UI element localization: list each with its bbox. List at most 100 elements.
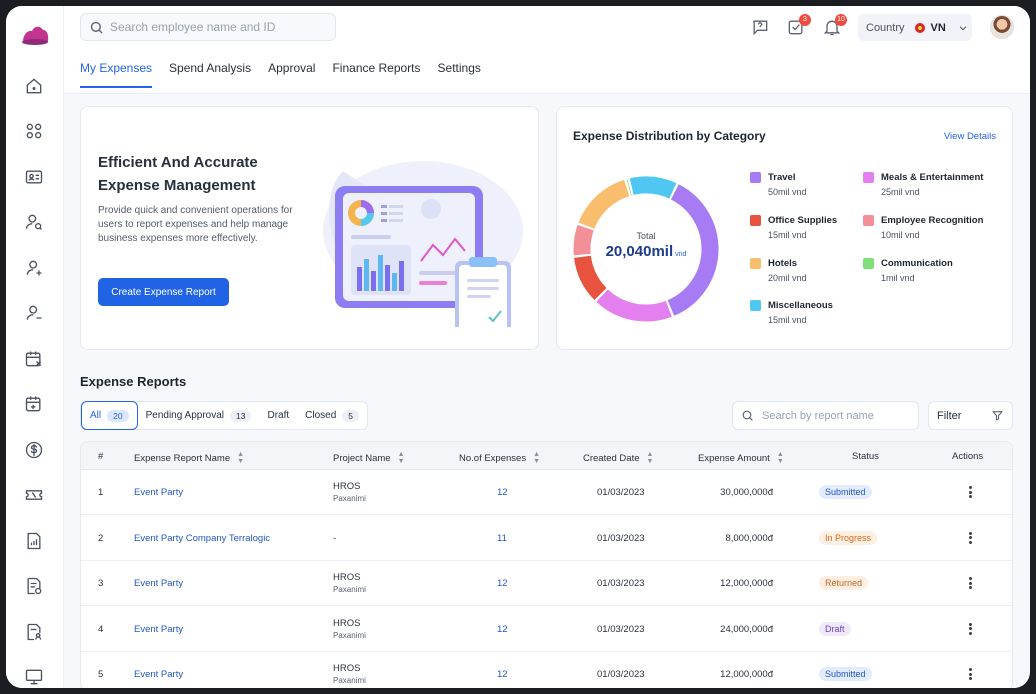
tab-my-expenses[interactable]: My Expenses [80, 58, 153, 88]
tab-spend-analysis[interactable]: Spend Analysis [169, 58, 251, 88]
dollar-icon[interactable] [23, 439, 45, 461]
table-row[interactable]: 3 Event Party HROS Paxanimi 12 01/03/202… [81, 561, 1012, 606]
col-no-of-expenses[interactable]: No.of Expenses ▲ ▼ [459, 451, 540, 465]
id-card-icon[interactable] [23, 166, 45, 188]
col-actions: Actions [952, 451, 984, 462]
legend-category-value: 1mil vnd [881, 273, 915, 283]
donut-slice-hotels[interactable] [578, 179, 630, 230]
table-row[interactable]: 1 Event Party HROS Paxanimi 12 01/03/202… [81, 470, 1012, 515]
project-cell: HROS Paxanimi [333, 481, 366, 503]
report-name-link[interactable]: Event Party [134, 669, 183, 680]
created-date: 01/03/2023 [597, 623, 645, 635]
tasks-icon[interactable]: 3 [786, 14, 811, 39]
report-search-input[interactable]: Search by report name [732, 401, 919, 430]
report-name-link[interactable]: Event Party [134, 578, 183, 589]
sort-icon: ▲ ▼ [397, 451, 405, 465]
calendar-x-icon[interactable] [23, 348, 45, 370]
donut-total-amount: 20,040mil [605, 243, 674, 260]
expense-reports-title: Expense Reports [80, 374, 187, 389]
col-no-of-expenses-label: No.of Expenses [459, 452, 527, 464]
expenses-count-link[interactable]: 12 [497, 624, 508, 635]
notifications-badge: 10 [835, 14, 847, 26]
filter-button[interactable]: Filter [928, 401, 1013, 430]
distribution-title: Expense Distribution by Category [573, 129, 766, 143]
topbar: Search employee name and ID 3 10 Country… [64, 6, 1030, 94]
app-frame: Search employee name and ID 3 10 Country… [6, 6, 1030, 688]
filter-button-label: Filter [937, 409, 962, 422]
filter-draft[interactable]: Draft [259, 401, 297, 430]
user-add-icon[interactable] [23, 257, 45, 279]
create-expense-report-button[interactable]: Create Expense Report [98, 278, 229, 306]
col-expense-amount[interactable]: Expense Amount ▲ ▼ [698, 451, 784, 465]
country-select[interactable]: Country VN [858, 14, 972, 41]
more-actions-icon[interactable] [965, 621, 975, 637]
project-cell: HROS Paxanimi [333, 618, 366, 640]
funnel-icon [992, 411, 1003, 421]
apps-icon[interactable] [23, 120, 45, 142]
legend-swatch [863, 172, 874, 183]
report-name-link[interactable]: Event Party [134, 487, 183, 498]
legend-category-name: Employee Recognition [881, 215, 984, 226]
filter-all-count: 20 [107, 409, 129, 422]
report-name-link[interactable]: Event Party Company Terralogic [134, 533, 270, 544]
logo-icon[interactable] [19, 22, 51, 46]
report-chart-icon[interactable] [23, 530, 45, 552]
filter-closed[interactable]: Closed 5 [297, 401, 367, 430]
expenses-count-link[interactable]: 12 [497, 487, 508, 498]
table-row[interactable]: 2 Event Party Company Terralogic - 11 01… [81, 516, 1012, 561]
table-row[interactable]: 4 Event Party HROS Paxanimi 12 01/03/202… [81, 607, 1012, 652]
monitor-icon[interactable] [23, 666, 45, 688]
filter-all[interactable]: All 20 [81, 401, 138, 430]
row-number: 3 [98, 578, 104, 589]
filter-closed-count: 5 [342, 409, 360, 422]
calendar-add-icon[interactable] [23, 393, 45, 415]
legend-swatch [750, 172, 761, 183]
created-date: 01/03/2023 [597, 487, 645, 498]
legend-item: Meals & Entertainment 25mil vnd [863, 171, 983, 199]
expenses-count-link[interactable]: 11 [497, 533, 507, 544]
ticket-icon[interactable] [23, 484, 45, 506]
user-remove-icon[interactable] [23, 302, 45, 324]
more-actions-icon[interactable] [965, 530, 975, 546]
donut-slice-office-supplies[interactable] [574, 255, 607, 300]
more-actions-icon[interactable] [965, 575, 975, 591]
user-search-icon[interactable] [23, 211, 45, 233]
donut-slice-meals-entertainment[interactable] [596, 289, 672, 322]
donut-slice-miscellaneous[interactable] [629, 176, 677, 199]
report-filter-tabs: All 20 Pending Approval 13 Draft Closed 5 [80, 401, 369, 430]
expenses-count-link[interactable]: 12 [497, 578, 508, 589]
document-money-icon[interactable] [23, 575, 45, 597]
view-details-link[interactable]: View Details [944, 131, 996, 142]
table-row[interactable]: 5 Event Party HROS Paxanimi 12 01/03/202… [81, 652, 1012, 688]
employee-search-input[interactable]: Search employee name and ID [80, 13, 336, 41]
more-actions-icon[interactable] [965, 666, 975, 682]
col-project-name-label: Project Name [333, 452, 391, 464]
user-avatar[interactable] [990, 15, 1014, 39]
row-number: 1 [98, 487, 104, 498]
project-name: HROS [333, 663, 361, 674]
donut-total-value: 20,040mil vnd [571, 243, 721, 260]
expenses-count-link[interactable]: 12 [497, 669, 508, 680]
table-header: # Expense Report Name ▲ ▼ Project Name ▲ ▼ N… [81, 442, 1012, 470]
legend-swatch [863, 258, 874, 269]
filter-pending-approval[interactable]: Pending Approval 13 [138, 401, 260, 430]
tab-approval[interactable]: Approval [268, 58, 315, 88]
tab-finance-reports[interactable]: Finance Reports [332, 58, 420, 88]
report-name-link[interactable]: Event Party [134, 624, 183, 635]
document-user-icon[interactable] [23, 621, 45, 643]
tab-settings[interactable]: Settings [438, 58, 481, 88]
more-actions-icon[interactable] [965, 484, 975, 500]
col-project-name[interactable]: Project Name ▲ ▼ [333, 451, 405, 465]
home-icon[interactable] [23, 75, 45, 97]
col-report-name[interactable]: Expense Report Name ▲ ▼ [134, 451, 244, 465]
legend-swatch [750, 215, 761, 226]
legend-category-value: 15mil vnd [768, 315, 807, 325]
col-created-date[interactable]: Created Date ▲ ▼ [583, 451, 653, 465]
country-code: VN [930, 21, 946, 34]
filter-draft-label: Draft [267, 410, 290, 421]
sidebar [6, 6, 64, 688]
project-name: HROS [333, 481, 361, 492]
expense-amount: 30,000,000đ [720, 487, 773, 498]
chat-help-icon[interactable] [750, 17, 772, 39]
bell-icon[interactable]: 10 [822, 14, 847, 39]
